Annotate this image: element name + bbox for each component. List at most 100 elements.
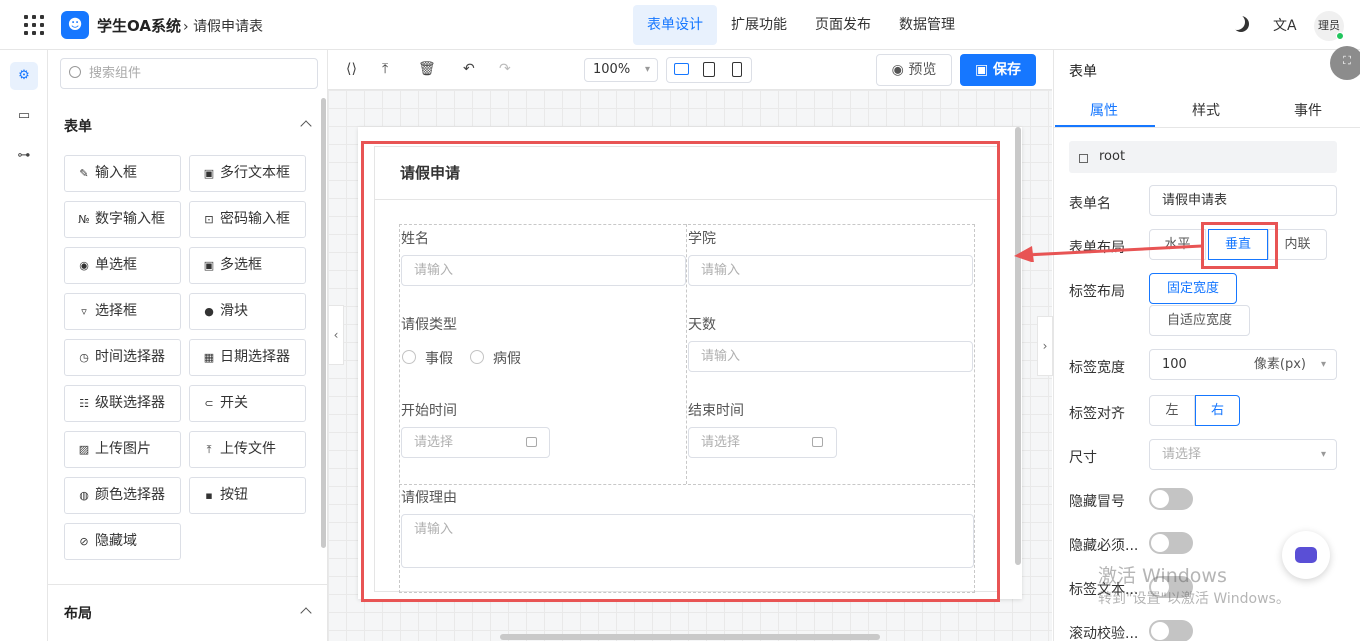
label-layout-auto[interactable]: 自适应宽度 [1149,305,1250,336]
code-rail-icon[interactable]: ▭ [10,102,38,130]
mobile-icon[interactable] [732,62,742,77]
comp-switch[interactable]: ⊂ 开关 [189,385,306,422]
label-align-label: 标签对齐 [1069,406,1125,422]
lock-icon: ⊡ [204,213,214,226]
label-layout-fixed[interactable]: 固定宽度 [1149,273,1237,304]
preview-button[interactable]: ◉ 预览 [876,54,952,86]
comp-cascader[interactable]: ☷ 级联选择器 [64,385,181,422]
apps-grid-icon[interactable] [24,15,44,35]
tree-rail-icon[interactable]: ⊶ [10,142,38,170]
tab-events[interactable]: 事件 [1294,100,1322,120]
export-icon[interactable]: ⤒ [382,61,388,77]
tab-style[interactable]: 样式 [1192,100,1220,120]
app-name: 学生OA系统 [97,17,181,35]
form-section-title[interactable]: 表单 [64,116,92,136]
activation-watermark-title: 激活 Windows [1098,565,1227,587]
section-divider [48,584,328,585]
comp-time[interactable]: ◷ 时间选择器 [64,339,181,376]
hide-required-toggle[interactable] [1149,532,1193,554]
comp-textarea[interactable]: ▣ 多行文本框 [189,155,306,192]
comp-date[interactable]: ▦ 日期选择器 [189,339,306,376]
collapse-right-handle[interactable]: › [1037,316,1053,376]
size-select[interactable]: 请选择 ▾ [1149,439,1337,470]
left-rail [0,50,48,641]
redo-icon[interactable]: ↷ [499,61,511,77]
comp-radio[interactable]: ◉ 单选框 [64,247,181,284]
comp-hidden[interactable]: ⊘ 隐藏域 [64,523,181,560]
highlight-frame [361,141,1000,602]
comp-button[interactable]: ▪ 按钮 [189,477,306,514]
switch-icon: ⊂ [204,397,214,410]
dark-mode-icon[interactable] [1233,16,1249,32]
save-icon: ▣ [974,62,989,78]
size-placeholder: 请选择 [1162,447,1202,462]
comp-upload-image[interactable]: ▨ 上传图片 [64,431,181,468]
tablet-icon[interactable] [703,62,715,77]
comp-select[interactable]: ▿ 选择框 [64,293,181,330]
comp-upload-file[interactable]: ⤒ 上传文件 [189,431,306,468]
search-icon [69,66,81,78]
button-icon: ▪ [205,489,213,502]
online-status-dot [1336,32,1344,40]
components-rail-icon[interactable]: ⚙ [10,62,38,90]
scroll-validate-label: 滚动校验... [1069,626,1139,641]
zoom-select[interactable]: 100% ▾ [584,58,658,82]
chevron-down-icon: ▾ [1320,449,1326,460]
radio-icon: ◉ [79,259,89,272]
translate-icon[interactable]: 文A [1273,15,1297,35]
unit-value: 像素(px) [1253,357,1306,372]
nav-form-design[interactable]: 表单设计 [633,5,717,45]
eye-off-icon: ⊘ [79,535,89,548]
comp-slider[interactable]: ● 滑块 [189,293,306,330]
chevron-down-icon: ▾ [644,64,650,75]
comp-color[interactable]: ◍ 颜色选择器 [64,477,181,514]
pointer-arrow [1014,244,1202,262]
assistant-chat-button[interactable] [1282,531,1330,579]
comp-password[interactable]: ⊡ 密码输入框 [189,201,306,238]
highlight-box [1201,222,1278,269]
collapse-left-handle[interactable]: ‹ [328,305,344,365]
label-width-value: 100 [1162,357,1187,372]
select-icon: ▿ [81,305,87,318]
code-icon[interactable]: ⟨⟩ [346,61,357,77]
delete-icon[interactable]: 🗑 [418,61,436,77]
active-tab-indicator [1055,125,1155,127]
breadcrumb[interactable]: › 请假申请表 [183,16,263,36]
slider-icon: ● [204,305,214,318]
hide-required-label: 隐藏必须... [1069,538,1139,554]
top-nav: 表单设计 扩展功能 页面发布 数据管理 [633,5,969,45]
root-node[interactable]: root [1069,141,1337,173]
hide-colon-toggle[interactable] [1149,488,1193,510]
eye-icon: ◉ [891,62,904,78]
align-right[interactable]: 右 [1195,395,1240,426]
clock-icon: ◷ [79,351,89,364]
scroll-validate-toggle[interactable] [1149,620,1193,641]
desktop-icon[interactable] [674,63,689,75]
checkbox-icon: ▣ [203,259,215,272]
comp-number[interactable]: № 数字输入框 [64,201,181,238]
label-width-label: 标签宽度 [1069,360,1125,376]
nav-data-management[interactable]: 数据管理 [885,5,969,45]
save-button[interactable]: ▣ 保存 [960,54,1036,86]
image-icon: ▨ [78,443,90,456]
form-name-input[interactable]: 请假申请表 [1149,185,1337,216]
layout-section-title[interactable]: 布局 [64,603,92,623]
nav-publish[interactable]: 页面发布 [801,5,885,45]
align-left[interactable]: 左 [1149,395,1195,426]
breadcrumb-current: 请假申请表 [193,19,264,35]
comp-input[interactable]: ✎ 输入框 [64,155,181,192]
canvas-scrollbar[interactable] [1015,127,1021,565]
app-logo-icon: ☻ [61,11,89,39]
tab-properties[interactable]: 属性 [1090,100,1118,120]
form-name-label: 表单名 [1069,196,1111,212]
component-scrollbar[interactable] [321,98,326,548]
undo-icon[interactable]: ↶ [463,61,475,77]
label-width-input[interactable]: 100 像素(px) ▾ [1149,349,1337,380]
component-search-input[interactable]: 搜索组件 [60,58,318,89]
comp-checkbox[interactable]: ▣ 多选框 [189,247,306,284]
canvas-h-scrollbar[interactable] [500,634,880,640]
tabs-divider [1054,127,1360,128]
fullscreen-icon[interactable]: ⛶ [1330,46,1360,80]
textarea-icon: ▣ [203,167,215,180]
nav-extensions[interactable]: 扩展功能 [717,5,801,45]
